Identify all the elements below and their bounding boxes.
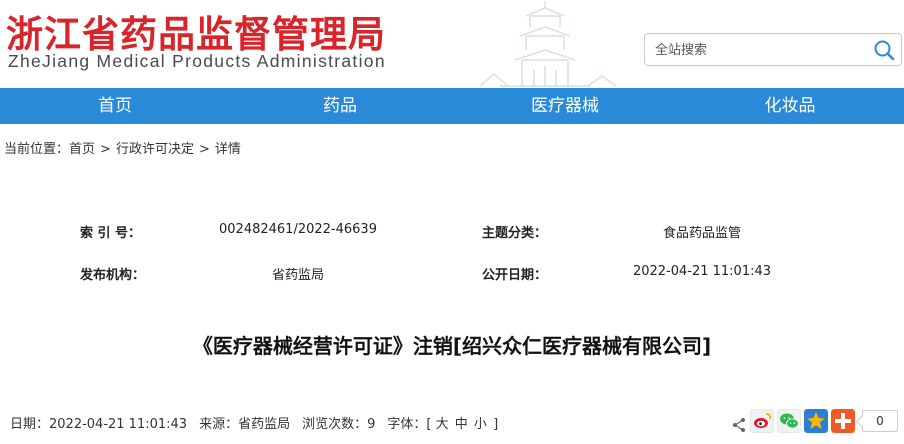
index-number-label: 索 引 号： — [80, 226, 142, 241]
qzone-icon[interactable] — [804, 409, 828, 433]
weibo-icon[interactable] — [750, 409, 774, 433]
share-count: 0 — [862, 410, 898, 432]
article-date: 日期：2022-04-21 11:01:43 — [10, 417, 188, 432]
breadcrumb-separator: > — [198, 142, 210, 157]
pagoda-illustration — [479, 1, 617, 87]
search-box — [644, 33, 902, 66]
article-title: 《医疗器械经营许可证》注销[绍兴众仁医疗器械有限公司] — [192, 334, 712, 358]
nav-item-medical-devices[interactable]: 医疗器械 — [510, 88, 620, 124]
site-header: 浙江省药品监督管理局 ZheJiang Medical Products Adm… — [0, 0, 904, 88]
publisher-label: 发布机构： — [80, 268, 146, 283]
font-size-small[interactable]: 小 — [474, 417, 487, 432]
font-size-large[interactable]: 大 — [436, 417, 449, 432]
search-input[interactable] — [655, 40, 865, 60]
breadcrumb-prefix: 当前位置： — [4, 142, 70, 157]
site-logo-english: ZheJiang Medical Products Administration — [8, 51, 386, 71]
breadcrumb-current: 详情 — [214, 142, 241, 157]
index-number-value: 002482461/2022-46639 — [219, 222, 377, 237]
more-icon[interactable] — [831, 409, 855, 433]
breadcrumb-permit-decisions[interactable]: 行政许可决定 — [116, 142, 194, 157]
category-label: 主题分类： — [482, 226, 548, 241]
font-size-close: ] — [493, 417, 499, 432]
site-logo-chinese[interactable]: 浙江省药品监督管理局 — [6, 4, 386, 58]
wechat-icon[interactable] — [777, 409, 801, 433]
publish-date-label: 公开日期： — [482, 268, 548, 283]
breadcrumb-home[interactable]: 首页 — [69, 142, 95, 157]
nav-item-drugs[interactable]: 药品 — [285, 88, 395, 124]
publish-date-value: 2022-04-21 11:01:43 — [632, 264, 772, 279]
nav-item-home[interactable]: 首页 — [60, 88, 170, 124]
article-source: 来源：省药监局 — [199, 417, 291, 432]
font-size-label: 字体：[ — [387, 417, 432, 432]
category-value: 食品药品监管 — [662, 226, 741, 241]
search-icon[interactable] — [873, 39, 895, 61]
breadcrumb-separator: > — [100, 142, 111, 157]
nav-item-cosmetics[interactable]: 化妆品 — [735, 88, 845, 124]
share-icon[interactable] — [731, 413, 747, 437]
breadcrumb: 当前位置：首页 > 行政许可决定 > 详情 — [4, 138, 241, 157]
publisher-value: 省药监局 — [271, 268, 324, 283]
article-info-bar: 日期：2022-04-21 11:01:43 来源：省药监局 浏览次数：9 字体：[ … — [10, 413, 498, 432]
view-count: 浏览次数：9 — [302, 417, 376, 432]
main-nav: 首页 药品 医疗器械 化妆品 — [0, 88, 904, 124]
font-size-medium[interactable]: 中 — [455, 417, 468, 432]
